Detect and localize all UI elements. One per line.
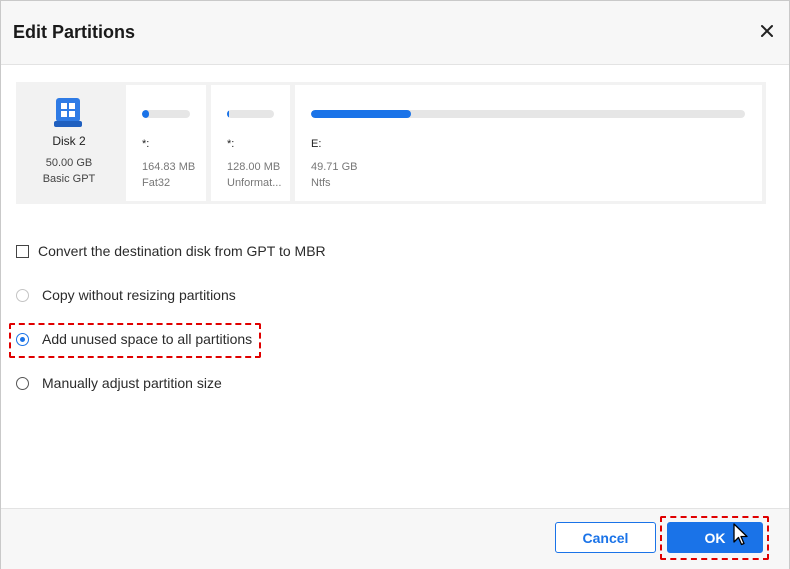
convert-checkbox[interactable]: [16, 244, 29, 258]
copy-radio[interactable]: [16, 288, 29, 302]
partition-filesystem: Unformat...: [227, 177, 282, 189]
cancel-button[interactable]: Cancel: [555, 522, 656, 553]
partition-block[interactable]: *: 128.00 MB Unformat...: [211, 85, 290, 201]
close-icon[interactable]: [755, 19, 779, 43]
partition-filesystem: Fat32: [142, 177, 171, 189]
disk-map-panel: Disk 2 50.00 GB Basic GPT *: 164.83 MB F…: [16, 82, 766, 204]
copy-label: Copy without resizing partitions: [42, 287, 236, 303]
dialog-footer: Cancel OK: [1, 508, 789, 569]
partition-usage-fill: [142, 110, 150, 118]
partition-size: 164.83 MB: [142, 161, 196, 173]
highlight-frame: [660, 516, 769, 560]
partition-letter: *:: [227, 138, 235, 150]
convert-label: Convert the destination disk from GPT to…: [38, 243, 326, 259]
partition-usage-bar: [311, 110, 745, 118]
partition-size: 49.71 GB: [311, 161, 358, 173]
partition-usage-fill: [227, 110, 230, 118]
disk-name: Disk 2: [52, 134, 86, 148]
partition-filesystem: Ntfs: [311, 177, 331, 189]
partition-letter: E:: [311, 138, 322, 150]
manual-radio[interactable]: [16, 376, 29, 390]
partition-usage-fill: [311, 110, 411, 118]
edit-partitions-dialog: Edit Partitions Disk 2 50.00 GB Basic GP…: [0, 0, 790, 569]
dialog-titlebar: Edit Partitions: [1, 1, 789, 65]
highlight-frame: [9, 323, 261, 358]
manual-adjust-option[interactable]: Manually adjust partition size: [16, 373, 222, 393]
mouse-cursor-icon: [733, 523, 748, 546]
disk-type: Basic GPT: [42, 173, 96, 185]
disk-windows-icon: [53, 97, 83, 129]
copy-without-resizing-option[interactable]: Copy without resizing partitions: [16, 285, 236, 305]
partition-letter: *:: [142, 138, 150, 150]
partition-block[interactable]: *: 164.83 MB Fat32: [126, 85, 206, 201]
partition-usage-bar: [142, 110, 190, 118]
partition-size: 128.00 MB: [227, 161, 281, 173]
disk-size: 50.00 GB: [45, 157, 93, 169]
manual-label: Manually adjust partition size: [42, 375, 222, 391]
partition-usage-bar: [227, 110, 274, 118]
partition-block[interactable]: E: 49.71 GB Ntfs: [295, 85, 762, 201]
convert-gpt-to-mbr-option[interactable]: Convert the destination disk from GPT to…: [16, 241, 326, 261]
disk-info: Disk 2 50.00 GB Basic GPT: [16, 82, 122, 204]
dialog-title: Edit Partitions: [13, 22, 136, 42]
